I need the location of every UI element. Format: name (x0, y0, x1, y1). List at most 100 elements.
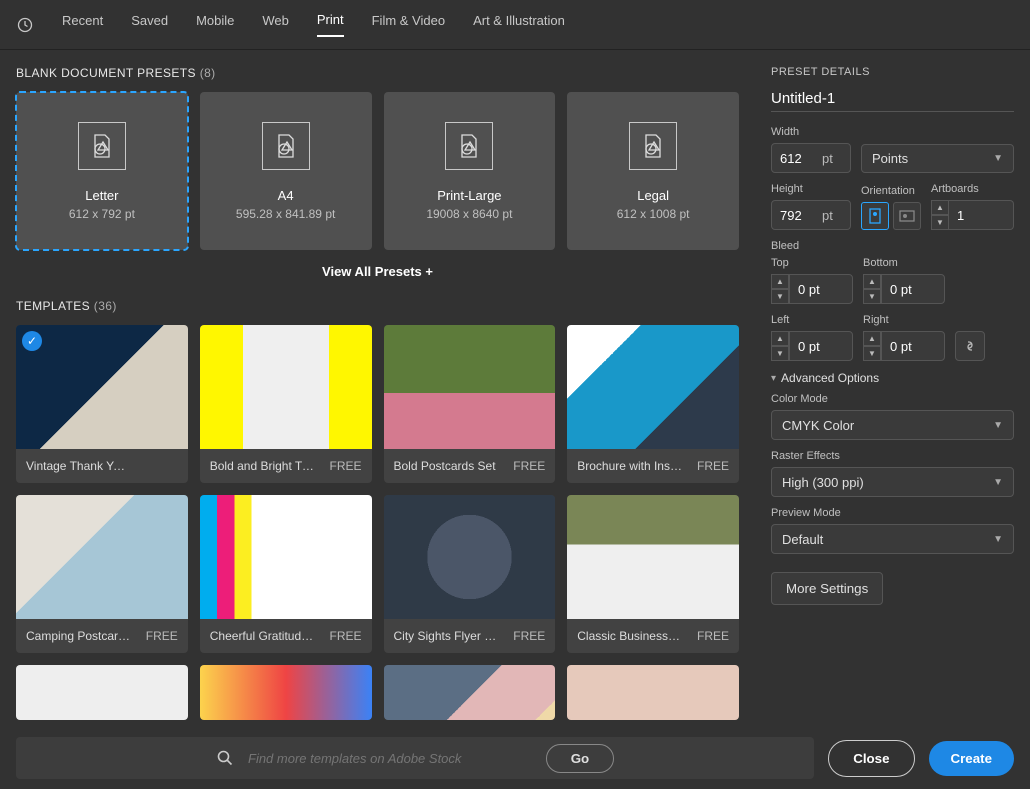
bleed-top-input[interactable]: 0 pt (789, 274, 853, 304)
bleed-label: Bleed (771, 240, 1014, 252)
template-thumbnail: ✓ (16, 325, 188, 449)
document-icon (262, 122, 310, 170)
tab-web[interactable]: Web (262, 13, 289, 36)
bleed-right-input[interactable]: 0 pt (881, 331, 945, 361)
artboards-stepper[interactable]: ▲ ▼ (931, 200, 949, 230)
preset-details-title: PRESET DETAILS (771, 66, 1014, 78)
templates-label: TEMPLATES (16, 299, 90, 313)
document-name-input[interactable]: Untitled-1 (771, 86, 1014, 112)
raster-effects-select[interactable]: High (300 ppi) ▼ (771, 467, 1014, 497)
width-input[interactable]: pt (771, 143, 851, 173)
preset-card[interactable]: Letter 612 x 792 pt (16, 92, 188, 250)
template-card[interactable]: Cheerful Gratitude C…FREE (200, 495, 372, 653)
width-unit: pt (822, 151, 833, 166)
chevron-down-icon: ▾ (771, 373, 776, 384)
template-card[interactable]: Classic Business Car… FREE (567, 495, 739, 653)
orientation-landscape[interactable] (893, 202, 921, 230)
height-unit: pt (822, 208, 833, 223)
artboards-label: Artboards (931, 183, 1014, 195)
template-thumbnail (384, 665, 556, 720)
template-card[interactable]: Camping Postcards L…FREE (16, 495, 188, 653)
preset-name: Letter (85, 188, 118, 203)
template-name: Classic Business Car… (577, 629, 682, 643)
tab-film-video[interactable]: Film & Video (372, 13, 445, 36)
template-card[interactable]: ✓Vintage Thank You Greeti… (16, 325, 188, 483)
bleed-bottom-stepper[interactable]: ▲▼ (863, 274, 881, 304)
template-card[interactable] (16, 665, 188, 720)
templates-heading: TEMPLATES (36) (16, 299, 739, 313)
bleed-left-label: Left (771, 314, 853, 326)
advanced-options-label: Advanced Options (781, 371, 879, 385)
template-card[interactable] (567, 665, 739, 720)
view-all-presets[interactable]: View All Presets + (16, 264, 739, 279)
blank-presets-label: BLANK DOCUMENT PRESETS (16, 66, 196, 80)
chevron-down-icon: ▼ (993, 153, 1003, 164)
units-select[interactable]: Points ▼ (861, 144, 1014, 173)
category-tabs: Recent Saved Mobile Web Print Film & Vid… (0, 0, 1030, 50)
tab-saved[interactable]: Saved (131, 13, 168, 36)
templates-count: (36) (94, 299, 117, 313)
height-label: Height (771, 183, 851, 195)
preset-name: A4 (278, 188, 294, 203)
artboards-down[interactable]: ▼ (931, 215, 949, 230)
preset-card[interactable]: Legal 612 x 1008 pt (567, 92, 739, 250)
template-card[interactable] (384, 665, 556, 720)
template-card[interactable]: Bold Postcards SetFREE (384, 325, 556, 483)
template-thumbnail (16, 495, 188, 619)
bleed-top-label: Top (771, 257, 853, 269)
template-card[interactable]: Bold and Bright Trifol…FREE (200, 325, 372, 483)
bleed-right-label: Right (863, 314, 945, 326)
template-name: City Sights Flyer Set (394, 629, 499, 643)
template-price: FREE (697, 629, 729, 643)
preset-name: Legal (637, 188, 669, 203)
template-thumbnail (567, 495, 739, 619)
raster-effects-value: High (300 ppi) (782, 475, 864, 490)
template-thumbnail (384, 325, 556, 449)
create-button[interactable]: Create (929, 741, 1015, 776)
template-thumbnail (200, 325, 372, 449)
color-mode-select[interactable]: CMYK Color ▼ (771, 410, 1014, 440)
bleed-bottom-input[interactable]: 0 pt (881, 274, 945, 304)
checkmark-icon: ✓ (22, 331, 42, 351)
bleed-left-input[interactable]: 0 pt (789, 331, 853, 361)
preset-dimensions: 612 x 1008 pt (617, 207, 690, 221)
recent-clock-icon (16, 16, 34, 34)
preview-mode-select[interactable]: Default ▼ (771, 524, 1014, 554)
go-button[interactable]: Go (546, 744, 615, 773)
preset-card[interactable]: A4 595.28 x 841.89 pt (200, 92, 372, 250)
template-price: FREE (513, 459, 545, 473)
template-thumbnail (16, 665, 188, 720)
raster-effects-label: Raster Effects (771, 450, 1014, 462)
tab-mobile[interactable]: Mobile (196, 13, 234, 36)
preset-dimensions: 612 x 792 pt (69, 207, 135, 221)
bleed-left-stepper[interactable]: ▲▼ (771, 331, 789, 361)
preset-dimensions: 595.28 x 841.89 pt (236, 207, 335, 221)
tab-recent[interactable]: Recent (62, 13, 103, 36)
height-input[interactable]: pt (771, 200, 851, 230)
template-thumbnail (567, 325, 739, 449)
artboards-input[interactable] (949, 200, 1014, 230)
search-input[interactable] (248, 751, 532, 766)
template-price: FREE (513, 629, 545, 643)
footer-bar: Go Close Create (0, 727, 1030, 789)
template-price: FREE (329, 629, 361, 643)
template-card[interactable]: City Sights Flyer Set FREE (384, 495, 556, 653)
bleed-bottom-label: Bottom (863, 257, 945, 269)
preset-card[interactable]: Print-Large 19008 x 8640 pt (384, 92, 556, 250)
advanced-options-toggle[interactable]: ▾ Advanced Options (771, 371, 1014, 385)
artboards-up[interactable]: ▲ (931, 200, 949, 215)
template-card[interactable]: Brochure with Instru…FREE (567, 325, 739, 483)
bleed-link-toggle[interactable] (955, 331, 985, 361)
more-settings-button[interactable]: More Settings (771, 572, 883, 605)
template-thumbnail (384, 495, 556, 619)
template-card[interactable] (200, 665, 372, 720)
tab-art-illustration[interactable]: Art & Illustration (473, 13, 565, 36)
preview-mode-value: Default (782, 532, 823, 547)
bleed-top-stepper[interactable]: ▲▼ (771, 274, 789, 304)
template-thumbnail (567, 665, 739, 720)
close-button[interactable]: Close (828, 740, 914, 777)
content-panel: BLANK DOCUMENT PRESETS (8) Letter 612 x … (0, 50, 755, 727)
orientation-portrait[interactable] (861, 202, 889, 230)
tab-print[interactable]: Print (317, 12, 344, 37)
bleed-right-stepper[interactable]: ▲▼ (863, 331, 881, 361)
